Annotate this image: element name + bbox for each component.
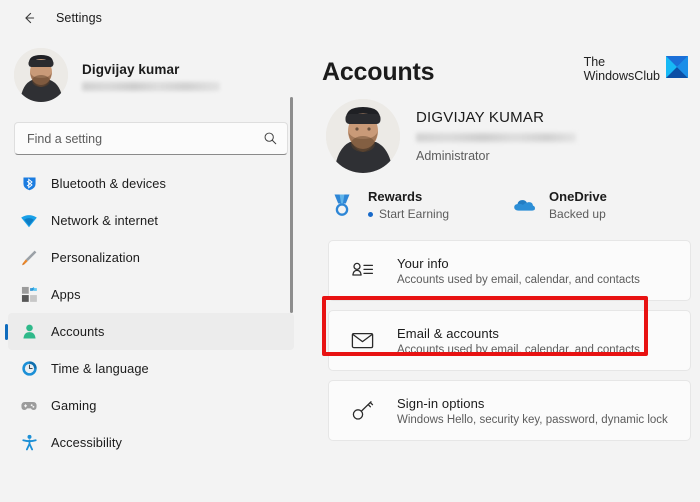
sidebar-item-time-language[interactable]: Time & language	[8, 350, 294, 387]
sidebar-item-label: Gaming	[51, 398, 96, 413]
gamepad-icon	[20, 397, 38, 415]
bluetooth-icon	[20, 175, 38, 193]
sidebar-scrollbar[interactable]	[290, 97, 293, 313]
search-container	[0, 108, 302, 155]
sidebar-item-accessibility[interactable]: Accessibility	[8, 424, 294, 461]
card-email-accounts[interactable]: Email & accounts Accounts used by email,…	[328, 310, 691, 371]
search-box[interactable]	[14, 122, 288, 155]
status-dot-icon	[368, 212, 373, 217]
card-your-info[interactable]: Your info Accounts used by email, calend…	[328, 240, 691, 301]
main-content: Accounts The WindowsClub	[302, 36, 700, 502]
card-subtitle: Accounts used by email, calendar, and co…	[397, 274, 640, 286]
rewards-medal-icon	[328, 191, 356, 219]
back-arrow-icon	[21, 10, 37, 26]
sidebar-item-personalization[interactable]: Personalization	[8, 239, 294, 276]
clock-icon	[20, 360, 38, 378]
person-icon	[20, 323, 38, 341]
window-body: Digvijay kumar	[0, 36, 700, 502]
tile-rewards-text: Rewards Start Earning	[368, 189, 449, 221]
sidebar-item-label: Apps	[51, 287, 81, 302]
window-title: Settings	[56, 11, 102, 25]
sidebar: Digvijay kumar	[0, 36, 302, 502]
tile-title: OneDrive	[549, 189, 607, 204]
account-tiles: Rewards Start Earning	[322, 173, 700, 221]
card-subtitle: Windows Hello, security key, password, d…	[397, 414, 668, 426]
tile-title: Rewards	[368, 189, 449, 204]
watermark: The WindowsClub	[584, 50, 692, 83]
card-sign-in-options-text: Sign-in options Windows Hello, security …	[397, 396, 668, 426]
tile-subtitle: Backed up	[549, 207, 606, 221]
sidebar-profile-text: Digvijay kumar	[82, 60, 220, 91]
contact-card-icon	[349, 258, 375, 284]
windowsclub-logo-icon	[666, 56, 688, 78]
onedrive-cloud-icon	[509, 191, 537, 219]
title-bar: Settings	[0, 0, 700, 36]
watermark-text: The WindowsClub	[584, 56, 660, 83]
tile-subtitle: Start Earning	[379, 207, 449, 221]
sidebar-item-label: Accessibility	[51, 435, 122, 450]
apps-grid-icon	[20, 286, 38, 304]
tile-subtitle-row: Start Earning	[368, 207, 449, 221]
tile-onedrive-text: OneDrive Backed up	[549, 189, 607, 221]
card-your-info-text: Your info Accounts used by email, calend…	[397, 256, 640, 286]
sidebar-item-label: Time & language	[51, 361, 149, 376]
watermark-line2: WindowsClub	[584, 70, 660, 84]
key-icon	[349, 398, 375, 424]
sidebar-profile[interactable]: Digvijay kumar	[0, 42, 302, 108]
sidebar-profile-name: Digvijay kumar	[82, 62, 220, 77]
account-text: DIGVIJAY KUMAR Administrator	[416, 109, 576, 163]
card-title: Your info	[397, 256, 640, 271]
back-button[interactable]	[14, 4, 44, 32]
account-role: Administrator	[416, 149, 576, 163]
sidebar-item-label: Bluetooth & devices	[51, 176, 166, 191]
page-title: Accounts	[322, 50, 434, 85]
account-email-redacted	[416, 133, 576, 142]
sidebar-item-accounts[interactable]: Accounts	[8, 313, 294, 350]
search-input[interactable]	[27, 132, 263, 146]
tile-subtitle-row: Backed up	[549, 207, 607, 221]
account-summary: DIGVIJAY KUMAR Administrator	[322, 85, 700, 173]
account-name: DIGVIJAY KUMAR	[416, 109, 576, 126]
card-title: Email & accounts	[397, 326, 640, 341]
sidebar-item-bluetooth-devices[interactable]: Bluetooth & devices	[8, 165, 294, 202]
card-title: Sign-in options	[397, 396, 668, 411]
card-email-accounts-text: Email & accounts Accounts used by email,…	[397, 326, 640, 356]
sidebar-item-label: Accounts	[51, 324, 104, 339]
settings-cards: Your info Accounts used by email, calend…	[322, 221, 700, 441]
sidebar-item-apps[interactable]: Apps	[8, 276, 294, 313]
sidebar-item-network-internet[interactable]: Network & internet	[8, 202, 294, 239]
avatar	[14, 48, 68, 102]
accessibility-icon	[20, 434, 38, 452]
sidebar-nav: Bluetooth & devices Network & internet	[0, 155, 302, 461]
main-header: Accounts The WindowsClub	[322, 36, 700, 85]
sidebar-item-label: Network & internet	[51, 213, 158, 228]
search-icon[interactable]	[263, 131, 278, 146]
card-subtitle: Accounts used by email, calendar, and co…	[397, 344, 640, 356]
sidebar-item-gaming[interactable]: Gaming	[8, 387, 294, 424]
tile-onedrive[interactable]: OneDrive Backed up	[509, 189, 607, 221]
paintbrush-icon	[20, 249, 38, 267]
sidebar-profile-email-redacted	[82, 82, 220, 91]
card-sign-in-options[interactable]: Sign-in options Windows Hello, security …	[328, 380, 691, 441]
wifi-icon	[20, 212, 38, 230]
account-avatar[interactable]	[326, 99, 400, 173]
settings-window: Settings Digvijay kumar	[0, 0, 700, 502]
watermark-line1: The	[584, 56, 660, 70]
tile-rewards[interactable]: Rewards Start Earning	[328, 189, 449, 221]
envelope-icon	[349, 328, 375, 354]
sidebar-item-label: Personalization	[51, 250, 140, 265]
